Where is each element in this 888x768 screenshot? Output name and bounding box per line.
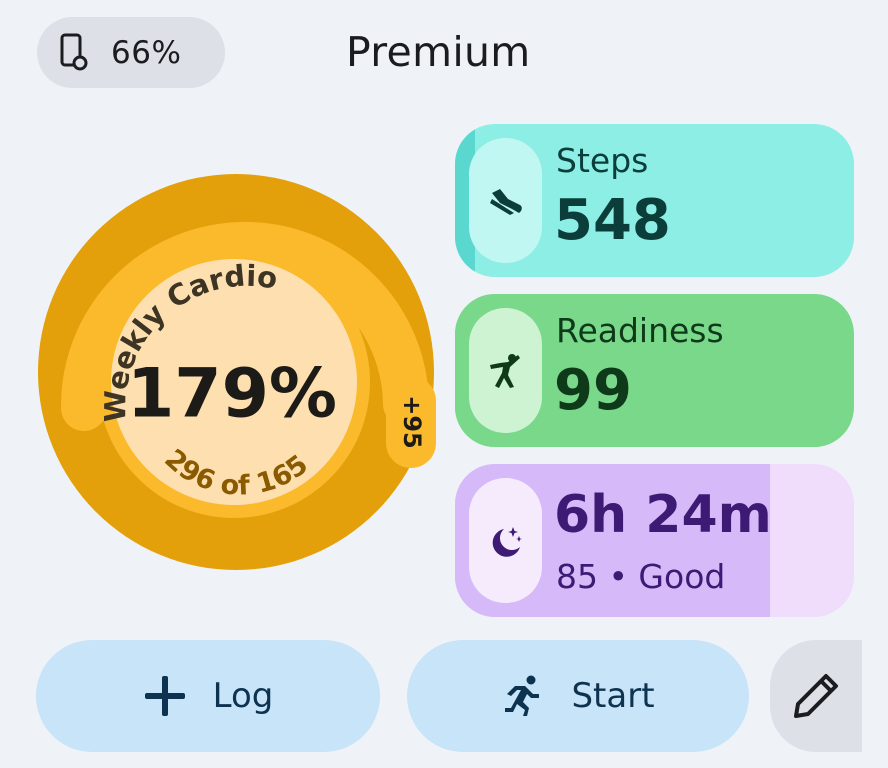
page-title: Premium: [346, 28, 531, 76]
steps-value: 548: [554, 188, 671, 253]
watch-battery-icon: [60, 33, 88, 70]
start-workout-button[interactable]: Start: [407, 640, 749, 752]
log-button[interactable]: Log: [36, 640, 380, 752]
run-icon: [505, 675, 540, 716]
steps-icon-box: [469, 138, 542, 263]
ring-percent: 179%: [127, 355, 337, 434]
steps-label: Steps: [556, 141, 649, 180]
edit-button[interactable]: [770, 640, 862, 752]
bonus-text: +95: [398, 395, 426, 449]
weekly-cardio-ring[interactable]: +95 Weekly Cardio 179% 296 of 165: [34, 172, 440, 572]
sleep-duration: 6h 24m: [554, 485, 772, 545]
running-figure-icon: [489, 353, 520, 388]
sleep-tile[interactable]: 6h 24m 85 • Good: [455, 464, 854, 617]
battery-percentage: 66%: [111, 34, 182, 71]
sneaker-icon: [489, 188, 522, 215]
battery-status-chip[interactable]: 66%: [37, 17, 225, 88]
readiness-label: Readiness: [556, 311, 724, 350]
plus-icon: [144, 676, 185, 716]
premium-screen: 66% Premium +95 Weekly Cardio 179% 296 o…: [0, 0, 888, 768]
log-button-label: Log: [212, 676, 274, 716]
pencil-icon: [794, 674, 838, 718]
sleep-score: 85 • Good: [556, 557, 726, 596]
sleep-icon-box: [469, 478, 542, 603]
readiness-tile[interactable]: Readiness 99: [455, 294, 854, 447]
steps-tile[interactable]: Steps 548: [455, 124, 854, 277]
start-button-label: Start: [571, 676, 655, 716]
readiness-icon-box: [469, 308, 542, 433]
moon-stars-icon: [492, 526, 522, 557]
readiness-value: 99: [554, 358, 632, 423]
